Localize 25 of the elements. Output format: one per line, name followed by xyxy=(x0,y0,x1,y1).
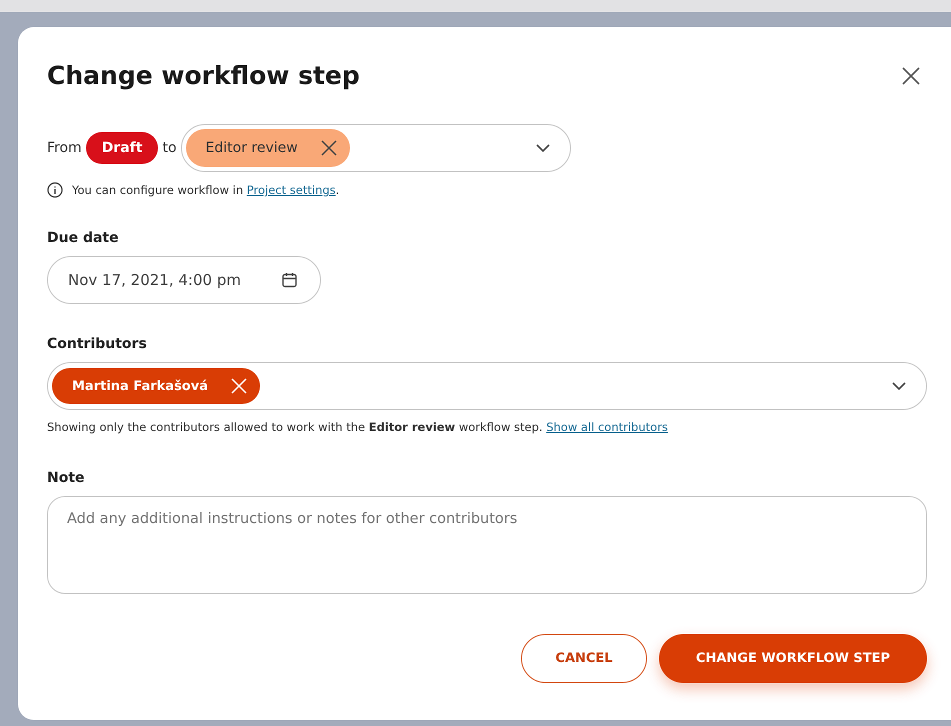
dialog-title: Change workflow step xyxy=(47,61,360,90)
field-label: Note xyxy=(47,470,86,486)
project-settings-link[interactable]: Project settings xyxy=(246,183,336,197)
info-icon xyxy=(47,182,63,198)
calendar-icon[interactable] xyxy=(281,272,298,288)
chevron-down-icon[interactable] xyxy=(536,144,550,152)
chip-label: Martina Farkašová xyxy=(72,378,208,394)
chevron-down-icon[interactable] xyxy=(892,382,906,390)
hint-text: Showing only the contributors allowed to work with the Editor review workflow step. Show all contributors xyxy=(47,420,669,434)
field-label: Due date xyxy=(47,230,120,246)
close-icon[interactable] xyxy=(320,139,338,157)
note-field[interactable]: Add any additional instructions or notes for other contributors xyxy=(47,496,927,594)
step-select[interactable]: Editor review xyxy=(180,124,571,172)
chip-label: Editor review xyxy=(206,140,298,156)
cancel-button[interactable]: CANCEL xyxy=(521,634,647,683)
close-icon[interactable] xyxy=(901,66,921,86)
to-label: to xyxy=(162,140,177,156)
field-label: Contributors xyxy=(47,336,148,352)
date-field[interactable]: Nov 17, 2021, 4:00 pm xyxy=(47,256,321,304)
info-text: You can configure workflow in Project settings. xyxy=(72,183,340,197)
status-badge: Draft xyxy=(86,132,158,164)
submit-button[interactable]: CHANGE WORKFLOW STEP xyxy=(659,634,927,683)
from-label: From xyxy=(47,140,82,156)
contributors-select[interactable]: Martina Farkašová xyxy=(47,362,927,410)
show-all-contributors-link[interactable]: Show all contributors xyxy=(546,420,668,434)
